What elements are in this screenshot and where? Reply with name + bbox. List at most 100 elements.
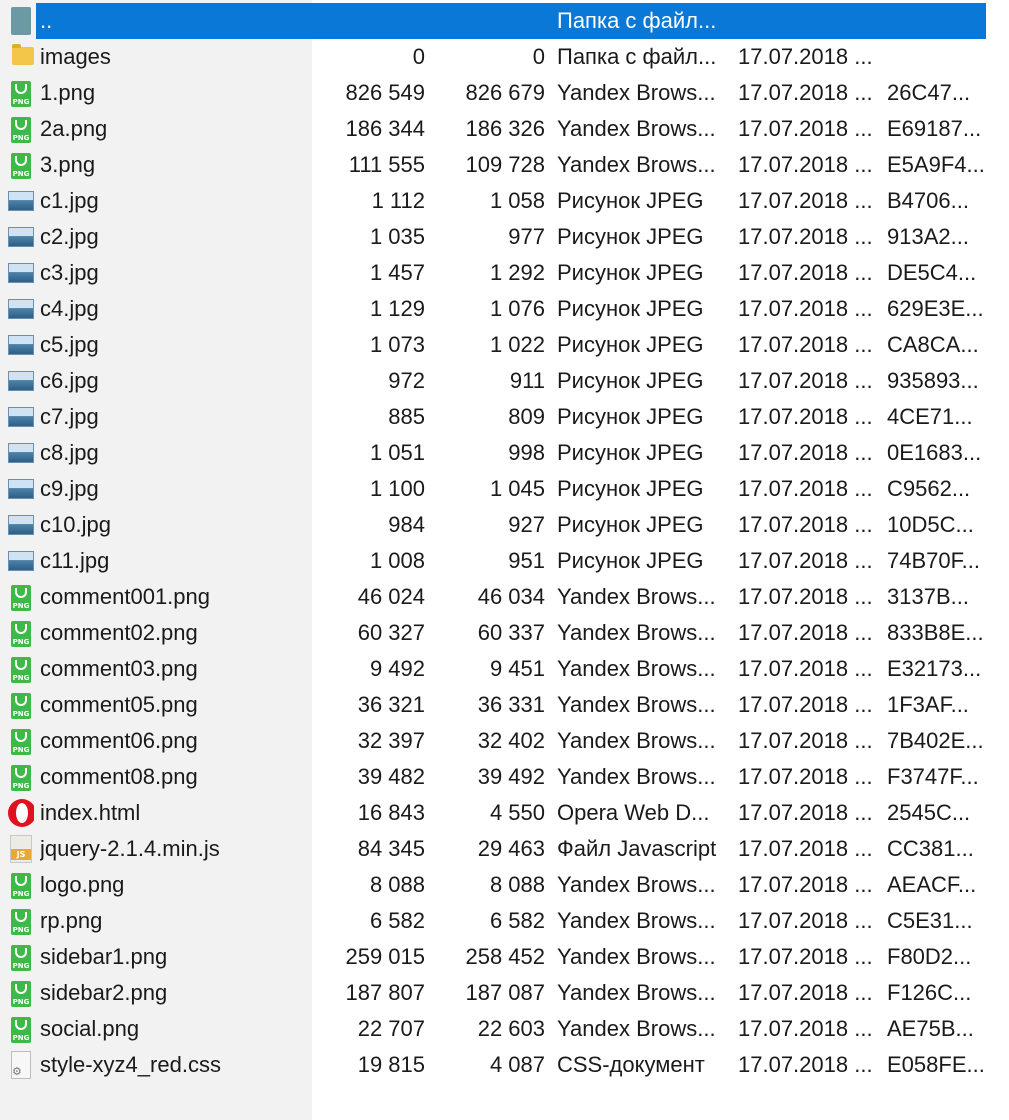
file-row[interactable]: style-xyz4_red.css 19 815 4 087 CSS-докумен… [0,1047,1009,1083]
file-crc: CA8CA... [887,332,979,357]
file-packed-size: 9 451 [489,656,545,681]
file-type: Yandex Brows... [557,80,716,105]
file-row[interactable]: logo.png 8 088 8 088 Yandex Brows... 17.07.2… [0,867,1009,903]
file-size: 1 129 [369,296,425,321]
parent-directory-row[interactable]: .. Папка с файл... [0,3,1009,39]
file-crc: E5A9F4... [887,152,985,177]
file-row[interactable]: images 0 0 Папка с файл... 17.07.2018 ... [0,39,1009,75]
file-crc: 1F3AF... [887,692,969,717]
file-row[interactable]: c8.jpg 1 051 998 Рисунок JPEG 17.07.2018 ...… [0,435,1009,471]
file-name: c11.jpg [40,548,110,573]
file-packed-size: 109 728 [465,152,545,177]
file-size: 1 073 [369,332,425,357]
file-crc: 2545C... [887,800,971,825]
jpeg-file-icon [8,263,34,283]
file-row[interactable]: c11.jpg 1 008 951 Рисунок JPEG 17.07.2018 ..… [0,543,1009,579]
file-crc: 26C47... [887,80,971,105]
file-row[interactable]: comment001.png 46 024 46 034 Yandex Brows..… [0,579,1009,615]
file-row[interactable]: sidebar2.png 187 807 187 087 Yandex Brows..… [0,975,1009,1011]
file-row[interactable]: comment05.png 36 321 36 331 Yandex Brows...… [0,687,1009,723]
file-row[interactable]: c6.jpg 972 911 Рисунок JPEG 17.07.2018 ... 93… [0,363,1009,399]
file-crc: 3137B... [887,584,969,609]
file-row[interactable]: comment02.png 60 327 60 337 Yandex Brows...… [0,615,1009,651]
file-packed-size: 1 076 [489,296,545,321]
file-modified-date: 17.07.2018 ... [738,656,873,681]
file-type: Рисунок JPEG [557,260,704,285]
file-name: rp.png [40,908,103,933]
file-row[interactable]: c2.jpg 1 035 977 Рисунок JPEG 17.07.2018 ...… [0,219,1009,255]
file-row[interactable]: c7.jpg 885 809 Рисунок JPEG 17.07.2018 ... 4C… [0,399,1009,435]
file-row[interactable]: c4.jpg 1 129 1 076 Рисунок JPEG 17.07.2018 .… [0,291,1009,327]
file-size: 1 112 [371,188,425,213]
file-type: Рисунок JPEG [557,512,704,537]
file-modified-date: 17.07.2018 ... [738,80,873,105]
file-packed-size: 951 [508,548,545,573]
file-packed-size: 29 463 [477,836,545,861]
file-name: jquery-2.1.4.min.js [40,836,220,861]
file-crc: 4CE71... [887,404,973,429]
file-row[interactable]: comment08.png 39 482 39 492 Yandex Brows...… [0,759,1009,795]
file-packed-size: 39 492 [477,764,545,789]
file-packed-size: 22 603 [477,1016,545,1041]
file-row[interactable]: c1.jpg 1 112 1 058 Рисунок JPEG 17.07.2018 .… [0,183,1009,219]
file-size: 22 707 [357,1016,425,1041]
file-size: 84 345 [357,836,425,861]
file-row[interactable]: c5.jpg 1 073 1 022 Рисунок JPEG 17.07.2018 .… [0,327,1009,363]
file-name: c3.jpg [40,260,99,285]
file-row[interactable]: social.png 22 707 22 603 Yandex Brows... 17.… [0,1011,1009,1047]
file-icon-cell [8,183,34,219]
file-icon-cell [8,399,34,435]
file-row[interactable]: comment03.png 9 492 9 451 Yandex Brows... 17… [0,651,1009,687]
file-modified-date: 17.07.2018 ... [738,476,873,501]
file-packed-size: 187 087 [465,980,545,1005]
file-size: 16 843 [357,800,425,825]
file-row[interactable]: comment06.png 32 397 32 402 Yandex Brows...… [0,723,1009,759]
file-packed-size: 32 402 [477,728,545,753]
file-icon-cell [8,615,34,651]
file-packed-size: 0 [532,44,545,69]
file-name: 3.png [40,152,96,177]
file-modified-date: 17.07.2018 ... [738,584,873,609]
png-file-icon [11,873,31,899]
file-size: 6 582 [369,908,425,933]
file-row[interactable]: c3.jpg 1 457 1 292 Рисунок JPEG 17.07.2018 .… [0,255,1009,291]
png-file-icon [11,585,31,611]
file-icon-cell [8,111,34,147]
file-size: 885 [388,404,425,429]
file-row[interactable]: jquery-2.1.4.min.js 84 345 29 463 Файл Java… [0,831,1009,867]
file-icon-cell [8,507,34,543]
file-icon-cell [8,219,34,255]
file-row[interactable]: 2a.png 186 344 186 326 Yandex Brows... 17.07… [0,111,1009,147]
file-crc: F126C... [887,980,972,1005]
file-row[interactable]: 1.png 826 549 826 679 Yandex Brows... 17.07.… [0,75,1009,111]
file-icon-cell [8,75,34,111]
file-modified-date [738,3,878,39]
file-packed-size: 998 [508,440,545,465]
file-crc: 7B402E... [887,728,984,753]
file-row[interactable]: c10.jpg 984 927 Рисунок JPEG 17.07.2018 ... 1… [0,507,1009,543]
jpeg-file-icon [8,407,34,427]
file-type: Рисунок JPEG [557,548,704,573]
file-crc: 913A2... [887,224,969,249]
file-type: Yandex Brows... [557,116,716,141]
file-crc: 833B8E... [887,620,984,645]
file-size: 60 327 [357,620,425,645]
file-icon-cell [8,759,34,795]
file-row[interactable]: index.html 16 843 4 550 Opera Web D... 17.07… [0,795,1009,831]
file-size: 984 [388,512,425,537]
file-row[interactable]: rp.png 6 582 6 582 Yandex Brows... 17.07.201… [0,903,1009,939]
file-size: 186 344 [345,116,425,141]
file-row[interactable]: 3.png 111 555 109 728 Yandex Brows... 17.07.… [0,147,1009,183]
file-packed-size: 4 550 [489,800,545,825]
file-name: 2a.png [40,116,108,141]
file-list[interactable]: .. Папка с файл... images 0 0 Папка с файл...… [0,3,1009,1083]
file-modified-date: 17.07.2018 ... [738,980,873,1005]
file-type: Yandex Brows... [557,980,716,1005]
file-row[interactable]: sidebar1.png 259 015 258 452 Yandex Brows..… [0,939,1009,975]
file-name: c10.jpg [40,512,111,537]
file-type: Рисунок JPEG [557,188,704,213]
file-type: Рисунок JPEG [557,368,704,393]
file-row[interactable]: c9.jpg 1 100 1 045 Рисунок JPEG 17.07.2018 .… [0,471,1009,507]
file-size: 111 555 [348,152,425,177]
file-crc: AE75B... [887,1016,974,1041]
